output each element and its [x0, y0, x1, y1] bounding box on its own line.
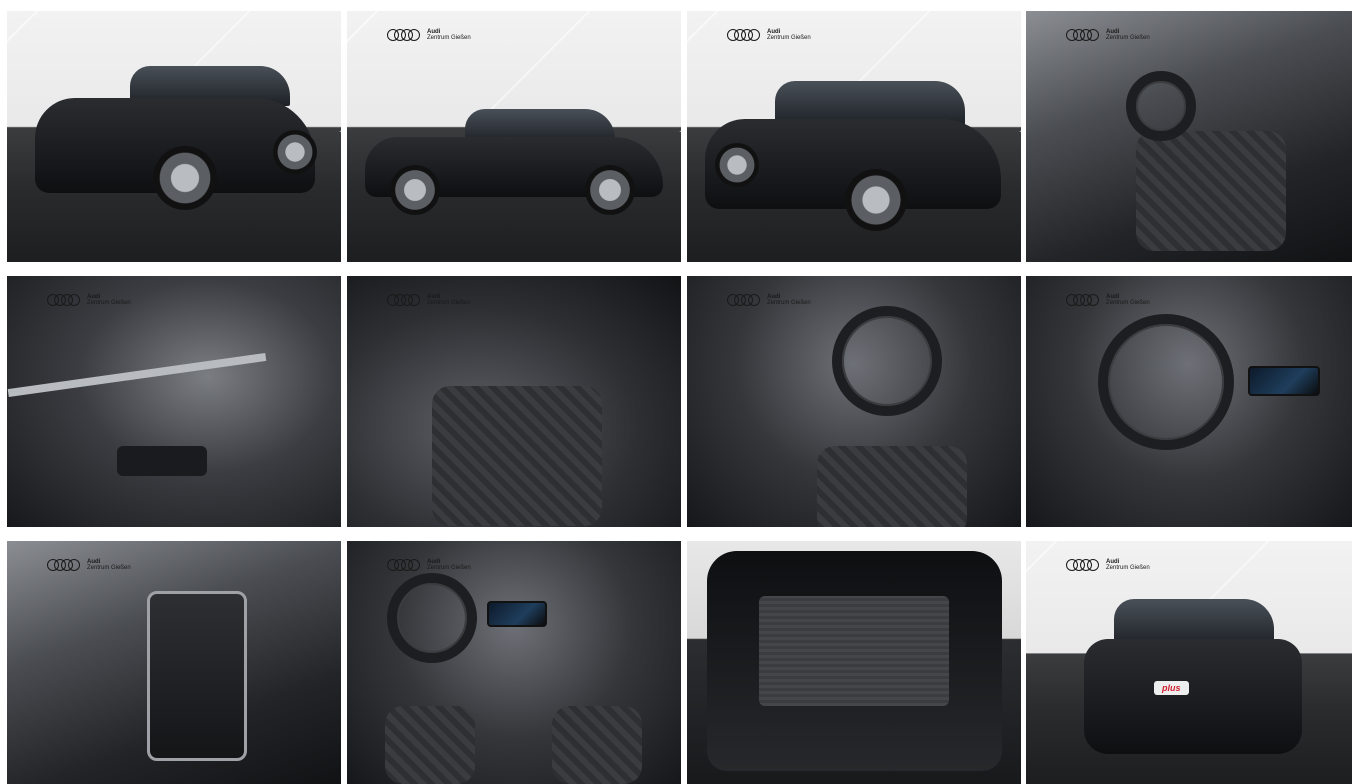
dealer-logo: Audi Zentrum Gießen	[727, 294, 811, 307]
dealer-logo	[727, 559, 761, 571]
audi-rings-icon	[387, 294, 421, 307]
gallery-image-exterior-front-quarter[interactable]	[7, 11, 341, 262]
dealer-logo: Audi Zentrum Gießen	[47, 559, 131, 572]
steering-wheel-photo	[387, 573, 477, 663]
logo-brand: Audi	[427, 559, 441, 565]
gallery-image-door-panel[interactable]: Audi Zentrum Gießen	[7, 276, 341, 527]
car-rear-quarter-photo	[705, 81, 1005, 241]
logo-brand: Audi	[87, 294, 101, 300]
audi-rings-icon	[727, 294, 761, 307]
logo-brand: Audi	[767, 29, 781, 35]
logo-brand: Audi	[87, 559, 101, 565]
gallery-image-rear-seats[interactable]: Audi Zentrum Gießen	[347, 276, 681, 527]
logo-dealer: Zentrum Gießen	[1106, 565, 1150, 572]
audi-rings-icon	[1066, 294, 1100, 307]
audi-rings-icon	[1066, 29, 1100, 42]
logo-dealer: Zentrum Gießen	[1106, 300, 1150, 307]
dealer-logo: Audi Zentrum Gießen	[387, 29, 471, 42]
gallery-image-cockpit-left[interactable]: Audi Zentrum Gießen	[687, 276, 1021, 527]
audi-rings-icon	[387, 559, 421, 572]
gallery-image-open-trunk[interactable]	[687, 541, 1021, 784]
audi-rings-icon	[1066, 559, 1100, 572]
front-seat-photo	[817, 446, 967, 527]
audi-rings-icon	[727, 559, 761, 571]
license-plate-badge: plus	[1154, 681, 1189, 695]
steering-wheel-photo	[832, 306, 942, 416]
logo-dealer: Zentrum Gießen	[427, 300, 471, 307]
infotainment-screen-photo	[487, 601, 547, 627]
gallery-image-dashboard-overview[interactable]: Audi Zentrum Gießen	[347, 541, 681, 784]
audi-rings-icon	[47, 559, 81, 572]
dealer-logo: Audi Zentrum Gießen	[1066, 294, 1150, 307]
logo-brand: Audi	[427, 29, 441, 35]
door-trim-photo	[7, 352, 267, 398]
car-rear-photo: plus	[1084, 599, 1304, 769]
logo-brand: Audi	[1106, 29, 1120, 35]
logo-dealer: Zentrum Gießen	[1106, 35, 1150, 42]
gallery-image-interior-front-seats[interactable]: Audi Zentrum Gießen	[1026, 11, 1352, 262]
logo-dealer: Zentrum Gießen	[427, 35, 471, 42]
gallery-image-exterior-side[interactable]: Audi Zentrum Gießen	[347, 11, 681, 262]
audi-rings-icon	[727, 29, 761, 42]
window-switches-photo	[117, 446, 207, 476]
steering-wheel-photo	[1126, 71, 1196, 141]
logo-dealer: Zentrum Gießen	[87, 300, 131, 307]
dealer-logo: Audi Zentrum Gießen	[1066, 559, 1150, 572]
logo-dealer: Zentrum Gießen	[767, 300, 811, 307]
driver-seat-photo	[385, 706, 475, 784]
gallery-image-exterior-rear[interactable]: Audi Zentrum Gießen plus	[1026, 541, 1352, 784]
dealer-logo: Audi Zentrum Gießen	[387, 559, 471, 572]
audi-rings-icon	[47, 294, 81, 307]
infotainment-screen-photo	[1248, 366, 1320, 396]
vehicle-photo-gallery: Audi Zentrum Gießen Audi Zentrum Gießen	[0, 0, 1352, 784]
gallery-image-cockpit-steering-wheel[interactable]: Audi Zentrum Gießen	[1026, 276, 1352, 527]
logo-brand: Audi	[1106, 559, 1120, 565]
audi-rings-icon	[387, 29, 421, 42]
passenger-seat-photo	[552, 706, 642, 784]
logo-dealer: Zentrum Gießen	[87, 565, 131, 572]
car-rear-open-photo	[707, 551, 1002, 771]
logo-brand: Audi	[1106, 294, 1120, 300]
steering-wheel-photo	[1098, 314, 1234, 450]
logo-dealer: Zentrum Gießen	[767, 35, 811, 42]
logo-dealer: Zentrum Gießen	[427, 565, 471, 572]
logo-brand: Audi	[767, 294, 781, 300]
dealer-logo: Audi Zentrum Gießen	[387, 294, 471, 307]
logo-brand: Audi	[427, 294, 441, 300]
dealer-logo: Audi Zentrum Gießen	[1066, 29, 1150, 42]
rear-seat-photo	[432, 386, 602, 526]
front-seat-photo	[1136, 131, 1286, 251]
center-console-photo	[147, 591, 247, 761]
dealer-logo: Audi Zentrum Gießen	[47, 294, 131, 307]
dealer-logo: Audi Zentrum Gießen	[727, 29, 811, 42]
gallery-image-center-console[interactable]: Audi Zentrum Gießen	[7, 541, 341, 784]
trunk-space-photo	[759, 596, 949, 706]
car-front-quarter-photo	[35, 66, 320, 216]
car-side-photo	[365, 109, 665, 224]
gallery-image-exterior-rear-quarter[interactable]: Audi Zentrum Gießen	[687, 11, 1021, 262]
